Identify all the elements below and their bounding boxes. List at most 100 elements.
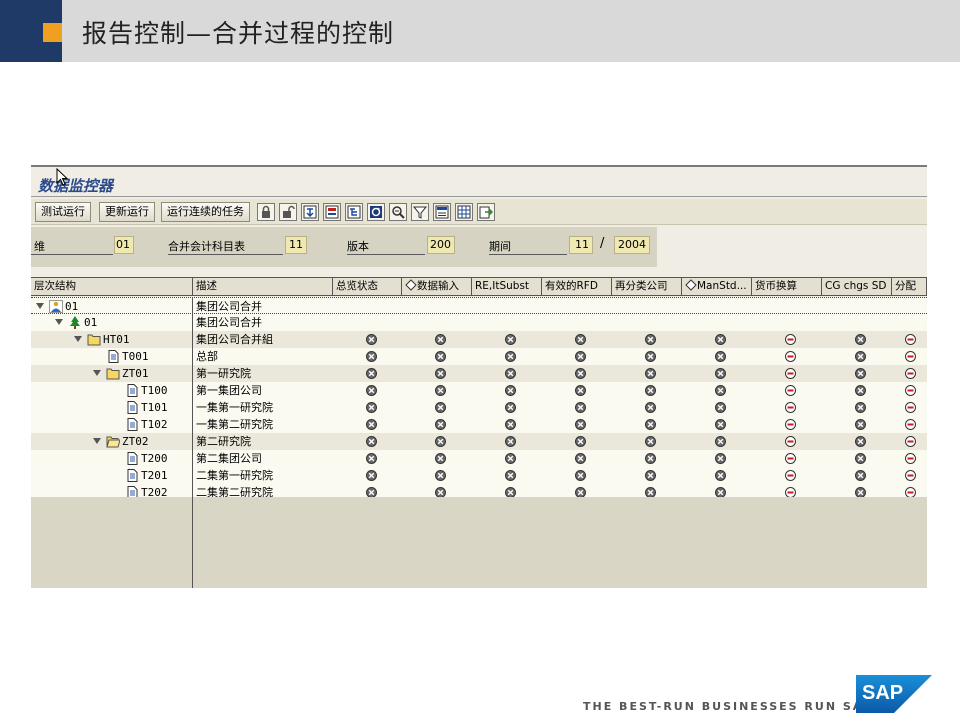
- status-error-icon[interactable]: [785, 436, 796, 447]
- status-locked-icon[interactable]: [575, 334, 586, 345]
- hierarchy-cell[interactable]: T201: [31, 467, 192, 484]
- column-header-status-5[interactable]: 再分类公司: [612, 278, 682, 295]
- hierarchy-cell[interactable]: ZT02: [31, 433, 192, 450]
- column-header-status-3[interactable]: RE,ItSubst: [472, 278, 542, 295]
- status-error-icon[interactable]: [905, 419, 916, 430]
- status-locked-icon[interactable]: [435, 453, 446, 464]
- column-header-hierarchy[interactable]: 层次结构: [31, 278, 193, 295]
- status-locked-icon[interactable]: [575, 453, 586, 464]
- status-locked-icon[interactable]: [505, 402, 516, 413]
- status-locked-icon[interactable]: [855, 470, 866, 481]
- status-locked-icon[interactable]: [645, 351, 656, 362]
- status-locked-icon[interactable]: [855, 419, 866, 430]
- tree-icon[interactable]: [345, 203, 363, 221]
- hierarchy-cell[interactable]: ZT01: [31, 365, 192, 382]
- status-locked-icon[interactable]: [715, 436, 726, 447]
- status-locked-icon[interactable]: [715, 351, 726, 362]
- status-locked-icon[interactable]: [715, 419, 726, 430]
- status-locked-icon[interactable]: [505, 419, 516, 430]
- status-error-icon[interactable]: [905, 368, 916, 379]
- status-locked-icon[interactable]: [505, 470, 516, 481]
- year-field[interactable]: 2004: [614, 236, 650, 254]
- status-locked-icon[interactable]: [435, 470, 446, 481]
- table-row[interactable]: T100 第一集团公司: [31, 382, 927, 399]
- table-row[interactable]: T101 一集第一研究院: [31, 399, 927, 416]
- column-header-status-4[interactable]: 有效的RFD: [542, 278, 612, 295]
- status-error-icon[interactable]: [785, 419, 796, 430]
- status-locked-icon[interactable]: [505, 436, 516, 447]
- status-locked-icon[interactable]: [575, 402, 586, 413]
- table-row[interactable]: 01 集团公司合并: [31, 297, 927, 315]
- status-locked-icon[interactable]: [435, 402, 446, 413]
- status-locked-icon[interactable]: [645, 419, 656, 430]
- table-row[interactable]: HT01 集团公司合并組: [31, 331, 927, 348]
- status-locked-icon[interactable]: [435, 419, 446, 430]
- status-locked-icon[interactable]: [505, 385, 516, 396]
- status-error-icon[interactable]: [905, 385, 916, 396]
- zoom-icon[interactable]: [389, 203, 407, 221]
- status-error-icon[interactable]: [905, 453, 916, 464]
- table-row[interactable]: ZT02 第二研究院: [31, 433, 927, 450]
- refresh-icon[interactable]: [367, 203, 385, 221]
- status-error-icon[interactable]: [905, 470, 916, 481]
- status-locked-icon[interactable]: [505, 368, 516, 379]
- status-error-icon[interactable]: [785, 453, 796, 464]
- layout-icon[interactable]: [433, 203, 451, 221]
- status-error-icon[interactable]: [785, 402, 796, 413]
- grid-icon[interactable]: [455, 203, 473, 221]
- filter-icon[interactable]: [411, 203, 429, 221]
- status-locked-icon[interactable]: [435, 368, 446, 379]
- status-locked-icon[interactable]: [575, 351, 586, 362]
- status-locked-icon[interactable]: [366, 470, 377, 481]
- column-header-status-8[interactable]: CG chgs SD: [822, 278, 892, 295]
- status-locked-icon[interactable]: [575, 368, 586, 379]
- column-header-status-7[interactable]: 货币换算: [752, 278, 822, 295]
- status-locked-icon[interactable]: [855, 385, 866, 396]
- collapse-icon[interactable]: [323, 203, 341, 221]
- hierarchy-cell[interactable]: T001: [31, 348, 192, 365]
- status-locked-icon[interactable]: [366, 385, 377, 396]
- status-locked-icon[interactable]: [645, 436, 656, 447]
- status-locked-icon[interactable]: [435, 436, 446, 447]
- status-error-icon[interactable]: [785, 368, 796, 379]
- hierarchy-cell[interactable]: T200: [31, 450, 192, 467]
- run-sequential-tasks-button[interactable]: 运行连续的任务: [161, 202, 250, 222]
- status-error-icon[interactable]: [905, 351, 916, 362]
- hierarchy-cell[interactable]: HT01: [31, 331, 192, 348]
- status-locked-icon[interactable]: [505, 453, 516, 464]
- column-header-status-9[interactable]: 分配: [892, 278, 927, 295]
- status-locked-icon[interactable]: [645, 470, 656, 481]
- status-error-icon[interactable]: [905, 436, 916, 447]
- expand-toggle-icon[interactable]: [93, 438, 101, 444]
- table-row[interactable]: T102 一集第二研究院: [31, 416, 927, 433]
- status-locked-icon[interactable]: [715, 470, 726, 481]
- hierarchy-cell[interactable]: T100: [31, 382, 192, 399]
- unlock-icon[interactable]: [279, 203, 297, 221]
- status-locked-icon[interactable]: [855, 436, 866, 447]
- status-locked-icon[interactable]: [645, 402, 656, 413]
- status-locked-icon[interactable]: [645, 453, 656, 464]
- expand-toggle-icon[interactable]: [93, 370, 101, 376]
- status-locked-icon[interactable]: [715, 453, 726, 464]
- hierarchy-cell[interactable]: T101: [31, 399, 192, 416]
- expand-toggle-icon[interactable]: [55, 319, 63, 325]
- status-locked-icon[interactable]: [575, 470, 586, 481]
- status-locked-icon[interactable]: [645, 385, 656, 396]
- update-run-button[interactable]: 更新运行: [99, 202, 155, 222]
- status-locked-icon[interactable]: [855, 453, 866, 464]
- status-locked-icon[interactable]: [366, 402, 377, 413]
- status-locked-icon[interactable]: [435, 334, 446, 345]
- status-locked-icon[interactable]: [505, 351, 516, 362]
- table-row[interactable]: 01 集团公司合并: [31, 314, 927, 331]
- status-error-icon[interactable]: [905, 334, 916, 345]
- status-locked-icon[interactable]: [366, 419, 377, 430]
- status-locked-icon[interactable]: [435, 351, 446, 362]
- status-locked-icon[interactable]: [715, 402, 726, 413]
- column-header-status-6[interactable]: ManStd...: [682, 278, 752, 295]
- status-locked-icon[interactable]: [366, 436, 377, 447]
- version-field[interactable]: 200: [427, 236, 455, 254]
- status-locked-icon[interactable]: [575, 385, 586, 396]
- status-locked-icon[interactable]: [855, 402, 866, 413]
- status-locked-icon[interactable]: [645, 368, 656, 379]
- status-locked-icon[interactable]: [715, 385, 726, 396]
